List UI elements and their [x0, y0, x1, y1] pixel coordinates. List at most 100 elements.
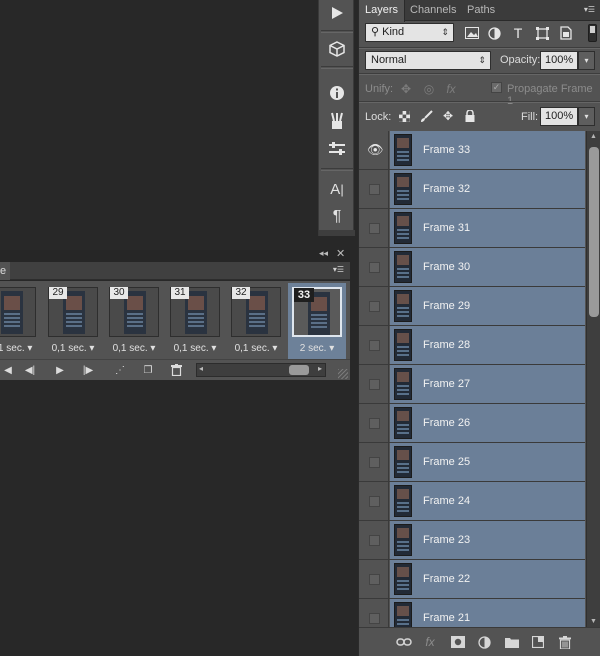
visibility-toggle[interactable] [359, 248, 389, 286]
visibility-toggle[interactable] [359, 482, 389, 520]
lock-all-icon[interactable] [461, 108, 479, 124]
visibility-box[interactable] [369, 379, 380, 390]
link-icon[interactable] [395, 634, 413, 650]
panel-menu-icon[interactable]: ▾☰ [333, 265, 344, 274]
collapse-icon[interactable]: ◂◂ [319, 248, 328, 259]
resize-grip-icon[interactable] [338, 369, 348, 379]
fill-input[interactable]: 100% [540, 107, 578, 126]
unify-position-icon[interactable]: ✥ [396, 81, 416, 97]
animation-frame-selected[interactable]: 33 2 sec. ▾ [288, 283, 346, 359]
eye-icon[interactable]: 👁 [367, 142, 384, 158]
scroll-down-icon[interactable]: ▼ [590, 618, 597, 625]
opacity-dropdown-icon[interactable]: ▾ [578, 51, 595, 70]
animation-frame[interactable]: 29 0,1 sec. ▾ [44, 283, 102, 359]
play-icon[interactable] [319, 0, 355, 26]
layer-row[interactable]: Frame 28 [359, 326, 585, 365]
trash-icon[interactable] [556, 634, 574, 650]
visibility-toggle[interactable] [359, 599, 389, 627]
frame-delay[interactable]: 0,1 sec. ▾ [105, 343, 163, 354]
visibility-toggle[interactable] [359, 326, 389, 364]
visibility-toggle[interactable] [359, 365, 389, 403]
adjustments-icon[interactable] [319, 136, 355, 162]
frame-delay[interactable]: 0,1 sec. ▾ [166, 343, 224, 354]
opacity-input[interactable]: 100% [540, 51, 578, 70]
layer-row[interactable]: Frame 26 [359, 404, 585, 443]
visibility-box[interactable] [369, 223, 380, 234]
frame-delay[interactable]: 0,1 sec. ▾ [227, 343, 285, 354]
lock-position-icon[interactable]: ✥ [439, 108, 457, 124]
next-frame-icon[interactable]: |▶ [80, 363, 96, 377]
smart-object-filter-icon[interactable] [557, 25, 575, 41]
layer-row[interactable]: Frame 31 [359, 209, 585, 248]
visibility-toggle[interactable] [359, 404, 389, 442]
animation-frame[interactable]: 30 0,1 sec. ▾ [105, 283, 163, 359]
visibility-box[interactable] [369, 301, 380, 312]
3d-cube-icon[interactable] [319, 36, 355, 62]
adjustment-layer-icon[interactable] [475, 634, 493, 650]
lock-pixels-icon[interactable] [417, 108, 435, 124]
visibility-toggle[interactable] [359, 209, 389, 247]
scroll-left-icon[interactable]: ◂ [199, 364, 203, 373]
mask-icon[interactable] [449, 634, 467, 650]
tab-paths[interactable]: Paths [461, 0, 501, 21]
filter-toggle[interactable] [588, 24, 597, 42]
previous-frame-icon[interactable]: ◀| [22, 363, 38, 377]
animation-frame[interactable]: 31 0,1 sec. ▾ [166, 283, 224, 359]
shape-layer-filter-icon[interactable] [533, 25, 551, 41]
scroll-thumb[interactable] [289, 365, 309, 375]
visibility-toggle[interactable] [359, 170, 389, 208]
first-frame-icon[interactable]: ◀ [0, 363, 16, 377]
blend-mode-select[interactable]: Normal ⇕ [365, 51, 491, 70]
visibility-box[interactable] [369, 457, 380, 468]
visibility-toggle[interactable] [359, 287, 389, 325]
frame-delay[interactable]: 0,1 sec. ▾ [44, 343, 102, 354]
layer-row[interactable]: Frame 32 [359, 170, 585, 209]
visibility-box[interactable] [369, 613, 380, 624]
layer-row[interactable]: Frame 27 [359, 365, 585, 404]
pixel-layer-filter-icon[interactable] [463, 25, 481, 41]
visibility-box[interactable] [369, 262, 380, 273]
layer-row[interactable]: Frame 22 [359, 560, 585, 599]
play-icon[interactable]: ▶ [52, 363, 68, 377]
type-layer-filter-icon[interactable]: T [509, 25, 527, 41]
layer-row[interactable]: Frame 21 [359, 599, 585, 627]
collapse-bar[interactable] [319, 230, 355, 236]
visibility-box[interactable] [369, 496, 380, 507]
layer-row[interactable]: Frame 29 [359, 287, 585, 326]
tab-layers[interactable]: Layers [359, 0, 406, 22]
layer-row[interactable]: Frame 25 [359, 443, 585, 482]
frame-delay[interactable]: 0,1 sec. ▾ [0, 343, 40, 354]
tween-icon[interactable]: ⋰ [112, 363, 128, 377]
layer-row[interactable]: Frame 30 [359, 248, 585, 287]
layer-row[interactable]: Frame 23 [359, 521, 585, 560]
visibility-toggle[interactable] [359, 521, 389, 559]
visibility-toggle[interactable] [359, 443, 389, 481]
folder-icon[interactable] [503, 634, 521, 650]
frame-delay[interactable]: 2 sec. ▾ [288, 343, 346, 354]
duplicate-frame-icon[interactable]: ❐ [140, 363, 156, 377]
visibility-box[interactable] [369, 418, 380, 429]
unify-visibility-icon[interactable]: ◎ [419, 81, 439, 97]
new-layer-icon[interactable] [529, 634, 547, 650]
animation-frame[interactable]: 32 0,1 sec. ▾ [227, 283, 285, 359]
visibility-box[interactable] [369, 574, 380, 585]
layer-row[interactable]: 👁 Frame 33 [359, 131, 585, 170]
tab-channels[interactable]: Channels [404, 0, 462, 21]
animation-frame[interactable]: 0,1 sec. ▾ [0, 283, 40, 359]
panel-menu-icon[interactable]: ▾☰ [584, 5, 595, 14]
filter-kind-select[interactable]: ⚲ Kind ⇕ [365, 23, 454, 42]
brushes-icon[interactable] [319, 108, 355, 134]
character-icon[interactable]: A | [319, 176, 355, 202]
fx-icon[interactable]: fx [421, 634, 439, 650]
paragraph-icon[interactable]: ¶ [319, 204, 355, 230]
scroll-right-icon[interactable]: ▸ [318, 364, 322, 373]
timeline-scrollbar[interactable]: ◂ ▸ [196, 363, 326, 377]
adjustment-layer-filter-icon[interactable] [485, 25, 503, 41]
layers-scrollbar[interactable]: ▲ ▼ [586, 131, 600, 627]
close-icon[interactable]: ✕ [336, 247, 345, 260]
propagate-checkbox[interactable]: ✓ [491, 82, 502, 93]
tab-timeline[interactable]: e [0, 262, 10, 280]
unify-style-icon[interactable]: fx [441, 81, 461, 97]
delete-frame-icon[interactable] [168, 363, 184, 377]
info-icon[interactable] [319, 80, 355, 106]
